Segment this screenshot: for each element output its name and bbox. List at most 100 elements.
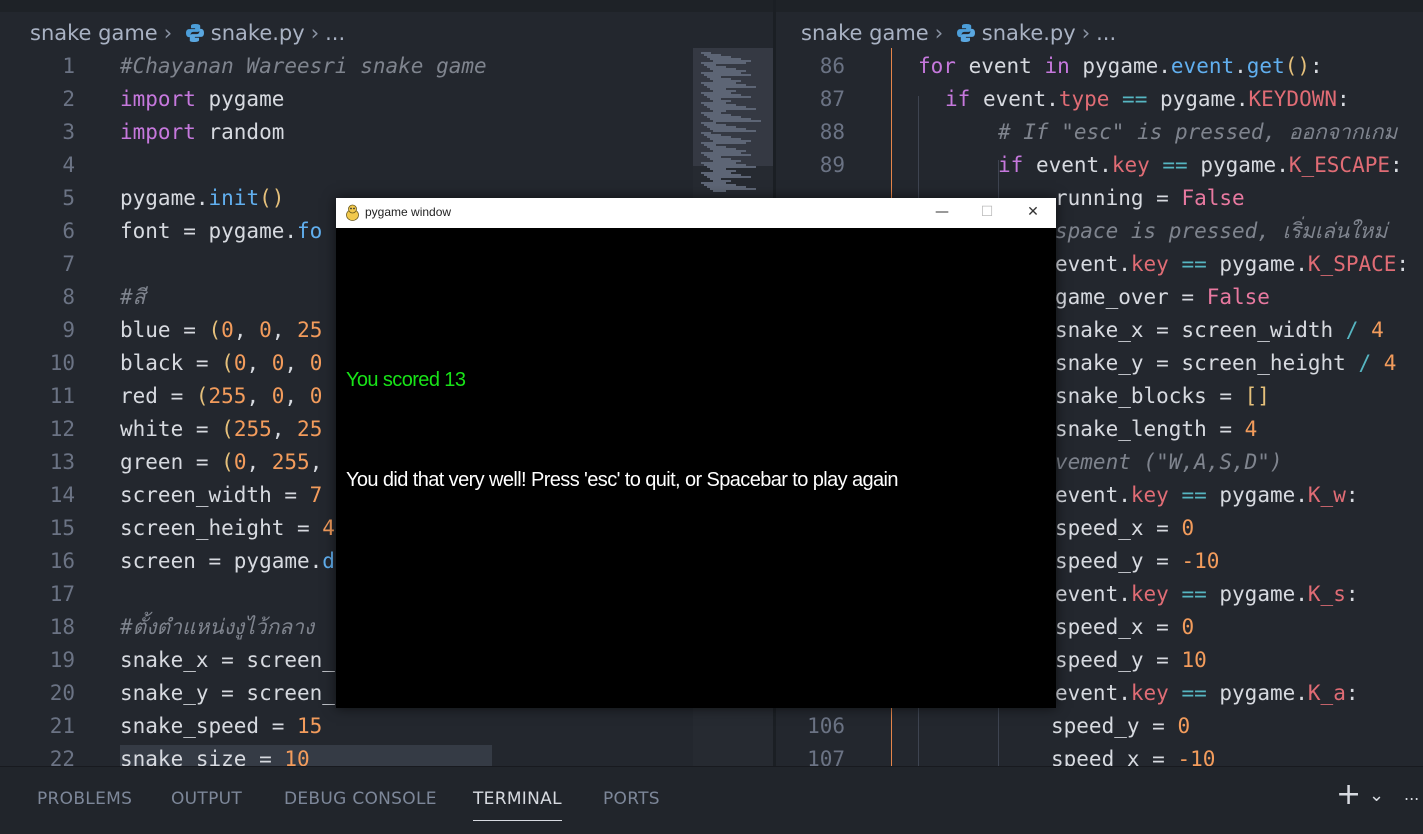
code-line[interactable]: snake_size = 10 bbox=[120, 743, 310, 766]
breadcrumb: snake game › snake.py ›... bbox=[30, 18, 351, 48]
code-line[interactable]: snake_speed = 15 bbox=[120, 710, 322, 743]
line-number: 4 bbox=[62, 153, 75, 177]
code-line[interactable]: event.key == pygame.K_a: bbox=[1055, 677, 1359, 710]
minimap-line bbox=[713, 120, 761, 122]
code-line[interactable]: if event.key == pygame.K_ESCAPE: bbox=[998, 149, 1403, 182]
code-line[interactable]: speed_x = 0 bbox=[1055, 512, 1194, 545]
code-line[interactable]: blue = (0, 0, 25 bbox=[120, 314, 322, 347]
code-line[interactable]: for event in pygame.event.get(): bbox=[918, 50, 1323, 83]
breadcrumb-folder[interactable]: snake game bbox=[801, 21, 929, 45]
line-number: 10 bbox=[49, 351, 75, 375]
line-number: 16 bbox=[49, 549, 75, 573]
minimize-button[interactable]: — bbox=[919, 198, 965, 228]
code-line[interactable]: # If "esc" is pressed, ออกจากเกม bbox=[998, 116, 1397, 149]
code-line[interactable]: vement ("W,A,S,D") bbox=[1055, 446, 1283, 479]
line-number: 6 bbox=[62, 219, 75, 243]
line-number: 15 bbox=[49, 516, 75, 540]
code-line[interactable]: speed_y = 10 bbox=[1055, 644, 1207, 677]
line-number: 2 bbox=[62, 87, 75, 111]
line-number: 87 bbox=[819, 87, 845, 111]
code-line[interactable]: import random bbox=[120, 116, 284, 149]
code-line[interactable]: snake_y = screen_height / 4 bbox=[1055, 347, 1396, 380]
code-line[interactable]: snake_x = screen_width / 4 bbox=[1055, 314, 1384, 347]
code-line[interactable]: event.key == pygame.K_w: bbox=[1055, 479, 1359, 512]
line-number: 106 bbox=[807, 714, 845, 738]
game-over-message: You did that very well! Press 'esc' to q… bbox=[346, 469, 899, 491]
line-number: 22 bbox=[49, 747, 75, 766]
line-number: 13 bbox=[49, 450, 75, 474]
more-actions-icon[interactable]: ... bbox=[1404, 785, 1419, 804]
chevron-right-icon: › bbox=[934, 21, 944, 45]
close-button[interactable]: ✕ bbox=[1010, 198, 1056, 228]
chevron-down-icon[interactable]: ⌄ bbox=[1369, 785, 1384, 806]
line-number: 8 bbox=[62, 285, 75, 309]
code-line[interactable]: red = (255, 0, 0 bbox=[120, 380, 322, 413]
code-line[interactable]: snake_blocks = [] bbox=[1055, 380, 1270, 413]
pygame-snake-icon bbox=[345, 204, 360, 225]
line-number: 18 bbox=[49, 615, 75, 639]
code-line[interactable]: black = (0, 0, 0 bbox=[120, 347, 322, 380]
tab-problems[interactable]: PROBLEMS bbox=[37, 789, 132, 809]
breadcrumb-file[interactable]: snake.py bbox=[982, 21, 1076, 45]
line-number: 17 bbox=[49, 582, 75, 606]
code-line[interactable]: #Chayanan Wareesri snake game bbox=[120, 50, 487, 83]
code-line[interactable]: event.key == pygame.K_s: bbox=[1055, 578, 1359, 611]
code-line[interactable]: speed_x = 0 bbox=[1055, 611, 1194, 644]
window-title: pygame window bbox=[365, 205, 452, 219]
minimap-line bbox=[713, 130, 756, 132]
tab-output[interactable]: OUTPUT bbox=[171, 789, 242, 809]
breadcrumb-file[interactable]: snake.py bbox=[211, 21, 305, 45]
line-number: 88 bbox=[819, 120, 845, 144]
add-terminal-icon[interactable]: + bbox=[1336, 777, 1361, 812]
code-line[interactable]: screen_width = 7 bbox=[120, 479, 322, 512]
code-line[interactable]: white = (255, 25 bbox=[120, 413, 322, 446]
code-line[interactable]: snake_x = screen_ bbox=[120, 644, 335, 677]
code-line[interactable]: game_over = False bbox=[1055, 281, 1270, 314]
game-canvas[interactable]: You scored 13 You did that very well! Pr… bbox=[336, 228, 1056, 708]
line-number: 107 bbox=[807, 747, 845, 766]
line-number: 3 bbox=[62, 120, 75, 144]
code-line[interactable]: running = False bbox=[1055, 182, 1245, 215]
chevron-right-icon: › bbox=[163, 21, 173, 45]
code-line[interactable]: #ตั้งตำแหน่งงูไว้กลาง bbox=[120, 611, 314, 644]
code-line[interactable]: green = (0, 255, bbox=[120, 446, 322, 479]
maximize-button[interactable]: ☐ bbox=[964, 198, 1010, 228]
code-line[interactable]: snake_y = screen_ bbox=[120, 677, 335, 710]
code-line[interactable]: snake_length = 4 bbox=[1055, 413, 1257, 446]
tab-ports[interactable]: PORTS bbox=[603, 789, 660, 809]
bottom-panel: PROBLEMS OUTPUT DEBUG CONSOLE TERMINAL P… bbox=[0, 766, 1423, 834]
python-file-icon bbox=[956, 21, 976, 51]
line-number: 1 bbox=[62, 54, 75, 78]
window-titlebar[interactable]: pygame window — ☐ ✕ bbox=[336, 198, 1056, 228]
code-line[interactable]: speed_y = -10 bbox=[1055, 545, 1219, 578]
breadcrumb-more[interactable]: ... bbox=[1096, 21, 1116, 45]
code-line[interactable]: event.key == pygame.K_SPACE: bbox=[1055, 248, 1409, 281]
code-line[interactable]: speed_x = -10 bbox=[1051, 743, 1215, 766]
python-file-icon bbox=[185, 21, 205, 51]
line-number: 21 bbox=[49, 714, 75, 738]
code-line[interactable]: screen_height = 4 bbox=[120, 512, 335, 545]
tab-debug-console[interactable]: DEBUG CONSOLE bbox=[284, 789, 437, 809]
code-line[interactable]: if event.type == pygame.KEYDOWN: bbox=[945, 83, 1350, 116]
line-number: 9 bbox=[62, 318, 75, 342]
breadcrumb-folder[interactable]: snake game bbox=[30, 21, 158, 45]
line-number: 11 bbox=[49, 384, 75, 408]
tab-terminal[interactable]: TERMINAL bbox=[473, 789, 562, 821]
code-line[interactable]: space is pressed, เริ่มเล่นใหม่ bbox=[1055, 215, 1387, 248]
code-line[interactable]: screen = pygame.d bbox=[120, 545, 335, 578]
code-line[interactable]: speed_y = 0 bbox=[1051, 710, 1190, 743]
code-line[interactable]: import pygame bbox=[120, 83, 284, 116]
chevron-right-icon: › bbox=[1081, 21, 1091, 45]
code-line[interactable]: pygame.init() bbox=[120, 182, 284, 215]
line-number: 5 bbox=[62, 186, 75, 210]
line-number: 86 bbox=[819, 54, 845, 78]
tab-strip bbox=[0, 0, 773, 12]
breadcrumb-more[interactable]: ... bbox=[325, 21, 345, 45]
line-number: 14 bbox=[49, 483, 75, 507]
line-number: 12 bbox=[49, 417, 75, 441]
pygame-window[interactable]: pygame window — ☐ ✕ You scored 13 You di… bbox=[336, 198, 1056, 708]
line-number: 7 bbox=[62, 252, 75, 276]
breadcrumb: snake game › snake.py ›... bbox=[801, 18, 1122, 48]
code-line[interactable]: #สี bbox=[120, 281, 145, 314]
code-line[interactable]: font = pygame.fo bbox=[120, 215, 322, 248]
